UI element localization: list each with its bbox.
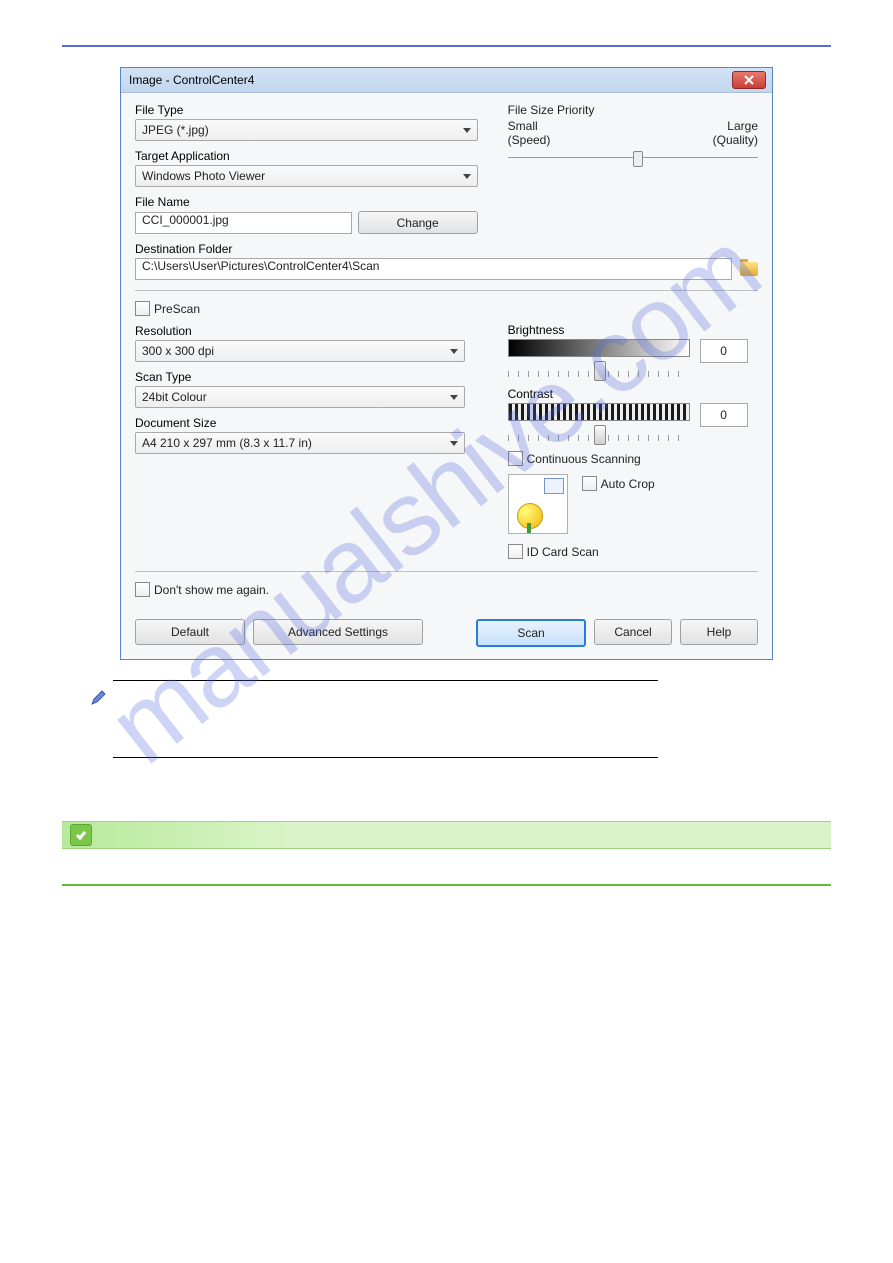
doc-size-dropdown[interactable]: A4 210 x 297 mm (8.3 x 11.7 in) [135, 432, 465, 454]
doc-size-value: A4 210 x 297 mm (8.3 x 11.7 in) [142, 436, 450, 450]
continuous-scan-label: Continuous Scanning [527, 452, 641, 466]
dont-show-again-label: Don't show me again. [154, 583, 269, 597]
scan-type-label: Scan Type [135, 370, 478, 384]
check-icon [70, 824, 92, 846]
scan-settings-dialog: Image - ControlCenter4 File Type JPEG (*… [120, 67, 773, 660]
contrast-value[interactable]: 0 [700, 403, 748, 427]
dialog-button-row: Default Advanced Settings Scan Cancel He… [121, 611, 772, 659]
chevron-down-icon [463, 174, 471, 179]
divider [135, 290, 758, 291]
divider [135, 571, 758, 572]
scan-button[interactable]: Scan [476, 619, 586, 647]
autocrop-preview-icon [508, 474, 568, 534]
default-button[interactable]: Default [135, 619, 245, 645]
brightness-label: Brightness [508, 323, 758, 337]
contrast-slider[interactable] [508, 427, 688, 441]
resolution-dropdown[interactable]: 300 x 300 dpi [135, 340, 465, 362]
brightness-gradient [508, 339, 690, 357]
filesize-small-label: Small [508, 119, 538, 133]
autocrop-label: Auto Crop [601, 477, 655, 491]
scan-type-dropdown[interactable]: 24bit Colour [135, 386, 465, 408]
brightness-value[interactable]: 0 [700, 339, 748, 363]
doc-size-label: Document Size [135, 416, 478, 430]
dest-folder-input[interactable]: C:\Users\User\Pictures\ControlCenter4\Sc… [135, 258, 732, 280]
green-rule [62, 884, 831, 886]
continuous-scan-checkbox[interactable] [508, 451, 523, 466]
chevron-down-icon [463, 128, 471, 133]
target-app-dropdown[interactable]: Windows Photo Viewer [135, 165, 478, 187]
note-line [113, 757, 658, 758]
file-type-label: File Type [135, 103, 478, 117]
related-info-banner [62, 821, 831, 849]
prescan-checkbox[interactable] [135, 301, 150, 316]
file-name-label: File Name [135, 195, 478, 209]
brightness-slider[interactable] [508, 363, 688, 377]
filesize-quality-label: (Quality) [713, 133, 758, 147]
note-line [113, 719, 658, 757]
chevron-down-icon [450, 395, 458, 400]
advanced-settings-button[interactable]: Advanced Settings [253, 619, 423, 645]
idcard-scan-checkbox[interactable] [508, 544, 523, 559]
filesize-priority-label: File Size Priority [508, 103, 758, 117]
filesize-speed-label: (Speed) [508, 133, 551, 147]
pencil-icon [90, 690, 106, 709]
chevron-down-icon [450, 349, 458, 354]
filesize-large-label: Large [727, 119, 758, 133]
filesize-slider[interactable] [508, 151, 758, 163]
chevron-down-icon [450, 441, 458, 446]
note-line [113, 680, 658, 719]
scan-type-value: 24bit Colour [142, 390, 450, 404]
target-app-value: Windows Photo Viewer [142, 169, 463, 183]
file-type-value: JPEG (*.jpg) [142, 123, 463, 137]
file-type-dropdown[interactable]: JPEG (*.jpg) [135, 119, 478, 141]
folder-icon[interactable] [740, 262, 758, 276]
note-area [90, 680, 803, 761]
target-app-label: Target Application [135, 149, 478, 163]
file-name-input[interactable]: CCI_000001.jpg [135, 212, 352, 234]
idcard-scan-label: ID Card Scan [527, 545, 599, 559]
autocrop-checkbox[interactable] [582, 476, 597, 491]
resolution-label: Resolution [135, 324, 478, 338]
resolution-value: 300 x 300 dpi [142, 344, 450, 358]
dest-folder-label: Destination Folder [135, 242, 478, 256]
change-button[interactable]: Change [358, 211, 478, 234]
page-top-rule [62, 45, 831, 47]
cancel-button[interactable]: Cancel [594, 619, 672, 645]
contrast-label: Contrast [508, 387, 758, 401]
window-title: Image - ControlCenter4 [129, 73, 732, 87]
dont-show-again-checkbox[interactable] [135, 582, 150, 597]
prescan-label: PreScan [154, 302, 200, 316]
help-button[interactable]: Help [680, 619, 758, 645]
close-icon [744, 75, 754, 85]
close-button[interactable] [732, 71, 766, 89]
title-bar: Image - ControlCenter4 [121, 68, 772, 93]
contrast-gradient [508, 403, 690, 421]
